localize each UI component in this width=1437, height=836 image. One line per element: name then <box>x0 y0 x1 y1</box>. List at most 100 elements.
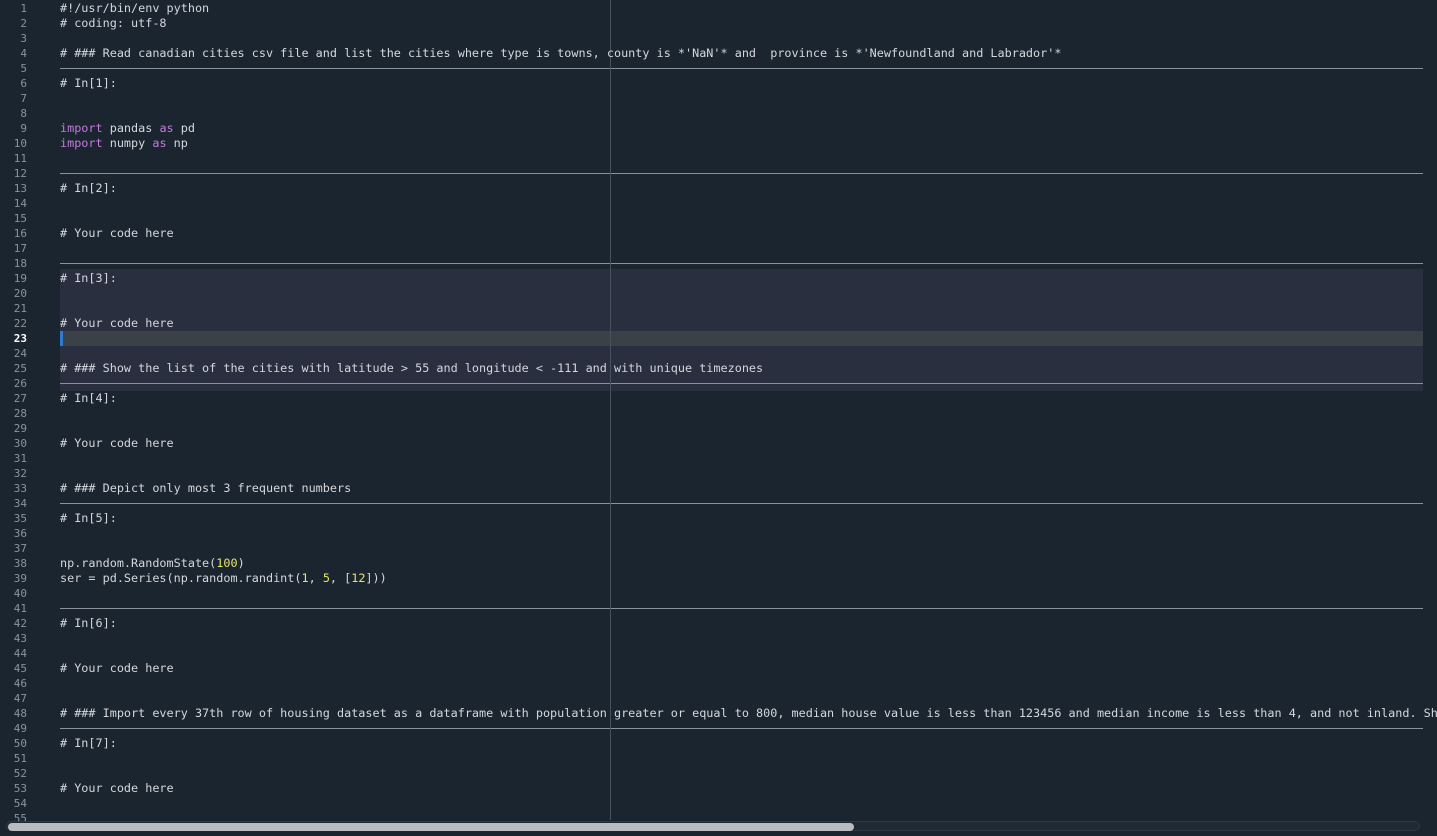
line-number: 25 <box>13 362 27 375</box>
line-number: 51 <box>13 752 27 765</box>
code-line[interactable]: 33 # ### Depict only most 3 frequent numb… <box>0 481 1423 496</box>
line-text: # ### Import every 37th row of housing d… <box>60 706 1437 721</box>
code-line[interactable]: 18 <box>0 256 1423 271</box>
line-text: ser = pd.Series(np.random.randint(1, 5, … <box>60 571 387 586</box>
code-line[interactable]: 52 <box>0 766 1423 781</box>
code-line[interactable]: 44 <box>0 646 1423 661</box>
code-line[interactable]: 9 import pandas as pd <box>0 121 1423 136</box>
code-line[interactable]: 31 <box>0 451 1423 466</box>
code-token: # coding: utf-8 <box>60 16 167 30</box>
code-line[interactable]: 20 <box>0 286 1423 301</box>
code-line[interactable]: 2 # coding: utf-8 <box>0 16 1423 31</box>
code-line[interactable]: 35 # In[5]: <box>0 511 1423 526</box>
code-token: # Your code here <box>60 436 174 450</box>
code-line[interactable]: 17 <box>0 241 1423 256</box>
code-line[interactable]: 47 <box>0 691 1423 706</box>
line-text: import numpy as np <box>60 136 188 151</box>
line-number: 45 <box>13 662 27 675</box>
code-line[interactable]: 45 # Your code here <box>0 661 1423 676</box>
code-line[interactable]: 13 # In[2]: <box>0 181 1423 196</box>
code-line[interactable]: 38 np.random.RandomState(100) <box>0 556 1423 571</box>
code-line[interactable]: 11 <box>0 151 1423 166</box>
code-line[interactable]: 51 <box>0 751 1423 766</box>
line-number: 38 <box>13 557 27 570</box>
line-text: # ### Read canadian cities csv file and … <box>60 46 1061 61</box>
code-line[interactable]: 16 # Your code here <box>0 226 1423 241</box>
code-line[interactable]: 26 <box>0 376 1423 391</box>
line-number: 50 <box>13 737 27 750</box>
line-number: 23 <box>13 332 27 345</box>
line-number: 22 <box>13 317 27 330</box>
line-number: 54 <box>13 797 27 810</box>
code-line[interactable]: 10 import numpy as np <box>0 136 1423 151</box>
number-token: 1 <box>301 571 309 585</box>
code-line[interactable]: 15 <box>0 211 1423 226</box>
code-line[interactable]: 42 # In[6]: <box>0 616 1423 631</box>
code-line[interactable]: 5 <box>0 61 1423 76</box>
code-line[interactable]: 39 ser = pd.Series(np.random.randint(1, 5… <box>0 571 1423 586</box>
code-token: # Your code here <box>60 661 174 675</box>
code-line[interactable]: 22 # Your code here <box>0 316 1423 331</box>
code-line[interactable]: 3 <box>0 31 1423 46</box>
line-number: 47 <box>13 692 27 705</box>
code-token: # Your code here <box>60 226 174 240</box>
code-line[interactable]: 41 <box>0 601 1423 616</box>
vertical-scroll-area[interactable] <box>1423 0 1437 820</box>
line-text: # ### Depict only most 3 frequent number… <box>60 481 351 496</box>
line-number: 33 <box>13 482 27 495</box>
keyword-token: as <box>152 136 167 150</box>
code-line[interactable]: 40 <box>0 586 1423 601</box>
code-token: # In[2]: <box>60 181 117 195</box>
line-text: # Your code here <box>60 316 174 331</box>
code-token: # In[4]: <box>60 391 117 405</box>
code-line[interactable]: 54 <box>0 796 1423 811</box>
line-number: 21 <box>13 302 27 315</box>
code-line[interactable]: 48 # ### Import every 37th row of housing… <box>0 706 1437 721</box>
code-line[interactable]: 23 <box>0 331 1423 346</box>
code-token: pandas <box>102 121 160 135</box>
code-token: numpy <box>102 136 153 150</box>
code-line[interactable]: 7 <box>0 91 1423 106</box>
code-line[interactable]: 36 <box>0 526 1423 541</box>
code-line[interactable]: 8 <box>0 106 1423 121</box>
code-token: # In[6]: <box>60 616 117 630</box>
code-line[interactable]: 27 # In[4]: <box>0 391 1423 406</box>
code-line[interactable]: 50 # In[7]: <box>0 736 1423 751</box>
code-line[interactable]: 14 <box>0 196 1423 211</box>
line-number: 28 <box>13 407 27 420</box>
code-line[interactable]: 24 <box>0 346 1423 361</box>
code-line[interactable]: 53 # Your code here <box>0 781 1423 796</box>
code-line[interactable]: 1 #!/usr/bin/env python <box>0 1 1423 16</box>
line-text: # coding: utf-8 <box>60 16 167 31</box>
line-number: 35 <box>13 512 27 525</box>
code-line[interactable]: 43 <box>0 631 1423 646</box>
number-token: 12 <box>351 571 366 585</box>
code-line[interactable]: 28 <box>0 406 1423 421</box>
code-line[interactable]: 34 <box>0 496 1423 511</box>
line-number: 42 <box>13 617 27 630</box>
code-line[interactable]: 29 <box>0 421 1423 436</box>
line-number: 24 <box>13 347 27 360</box>
code-line[interactable]: 46 <box>0 676 1423 691</box>
line-number: 46 <box>13 677 27 690</box>
code-line[interactable]: 25 # ### Show the list of the cities with… <box>0 361 1423 376</box>
code-line[interactable]: 6 # In[1]: <box>0 76 1423 91</box>
code-line[interactable]: 19 # In[3]: <box>0 271 1423 286</box>
line-number: 27 <box>13 392 27 405</box>
line-number: 18 <box>13 257 27 270</box>
line-number: 39 <box>13 572 27 585</box>
code-token: # ### Depict only most 3 frequent number… <box>60 481 352 495</box>
code-editor[interactable]: 1 #!/usr/bin/env python 2 # coding: utf-8 3 4… <box>0 0 1437 836</box>
number-token: 5 <box>322 571 330 585</box>
horizontal-scrollbar-thumb[interactable] <box>8 823 854 831</box>
code-line[interactable]: 12 <box>0 166 1423 181</box>
code-line[interactable]: 30 # Your code here <box>0 436 1423 451</box>
code-line[interactable]: 37 <box>0 541 1423 556</box>
line-number: 14 <box>13 197 27 210</box>
line-number: 9 <box>20 122 27 135</box>
code-line[interactable]: 49 <box>0 721 1423 736</box>
code-line[interactable]: 32 <box>0 466 1423 481</box>
code-token: , [ <box>329 571 352 585</box>
code-line[interactable]: 4 # ### Read canadian cities csv file and… <box>0 46 1423 61</box>
code-line[interactable]: 21 <box>0 301 1423 316</box>
